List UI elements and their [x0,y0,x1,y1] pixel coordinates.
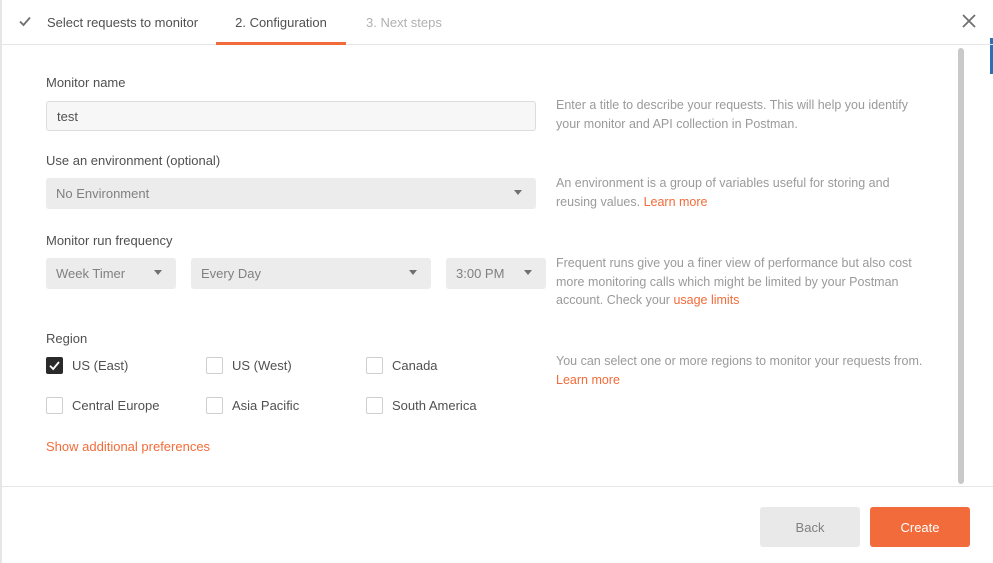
step-next-steps[interactable]: 3. Next steps [366,0,442,45]
environment-learn-more-link[interactable]: Learn more [644,195,708,209]
region-south-america[interactable]: South America [366,397,477,414]
time-selected: 3:00 PM [456,266,505,281]
region-us-west[interactable]: US (West) [206,357,292,374]
timer-type-selected: Week Timer [56,266,126,281]
checkbox-unchecked[interactable] [366,397,383,414]
checkbox-unchecked[interactable] [46,397,63,414]
region-help: You can select one or more regions to mo… [556,352,931,389]
scrollbar-thumb[interactable] [958,48,964,484]
chevron-down-icon [514,190,522,195]
chevron-down-icon [154,270,162,275]
day-select[interactable]: Every Day [191,258,431,289]
step-label: 2. Configuration [235,15,327,30]
timer-type-select[interactable]: Week Timer [46,258,176,289]
time-select[interactable]: 3:00 PM [446,258,546,289]
step-select-requests[interactable]: Select requests to monitor [18,0,198,45]
step-configuration[interactable]: 2. Configuration [216,0,346,45]
configuration-form: Monitor name test Enter a title to descr… [0,46,993,486]
step-label: 3. Next steps [366,15,442,30]
chevron-down-icon [524,270,532,275]
environment-help-text: An environment is a group of variables u… [556,176,890,209]
create-button[interactable]: Create [870,507,970,547]
step-label: Select requests to monitor [47,15,199,30]
usage-limits-link[interactable]: usage limits [673,293,739,307]
checkmark-icon [18,14,34,31]
region-label: Region [46,331,88,346]
chevron-down-icon [409,270,417,275]
dialog-footer: Back Create [0,486,993,563]
checkbox-unchecked[interactable] [206,397,223,414]
region-us-east[interactable]: US (East) [46,357,128,374]
region-option-label: US (West) [232,358,292,373]
monitor-name-label: Monitor name [46,75,126,90]
back-button[interactable]: Back [760,507,860,547]
environment-help: An environment is a group of variables u… [556,174,931,211]
environment-selected: No Environment [56,186,150,201]
region-option-label: Asia Pacific [232,398,300,413]
region-central-europe[interactable]: Central Europe [46,397,159,414]
show-additional-preferences-link[interactable]: Show additional preferences [46,439,210,454]
close-icon[interactable] [959,11,979,31]
stepper-header: Select requests to monitor 2. Configurat… [0,0,993,45]
region-asia-pacific[interactable]: Asia Pacific [206,397,299,414]
day-selected: Every Day [201,266,261,281]
frequency-label: Monitor run frequency [46,233,173,248]
frequency-help: Frequent runs give you a finer view of p… [556,254,931,310]
region-canada[interactable]: Canada [366,357,438,374]
environment-label: Use an environment (optional) [46,153,221,168]
region-option-label: US (East) [72,358,129,373]
region-option-label: South America [392,398,477,413]
region-option-label: Central Europe [72,398,160,413]
active-step-indicator [216,42,346,45]
region-learn-more-link[interactable]: Learn more [556,373,620,387]
checkbox-unchecked[interactable] [206,357,223,374]
checkbox-unchecked[interactable] [366,357,383,374]
region-help-text: You can select one or more regions to mo… [556,354,923,368]
monitor-name-help: Enter a title to describe your requests.… [556,98,909,131]
region-option-label: Canada [392,358,438,373]
environment-select[interactable]: No Environment [46,178,536,209]
monitor-name-input[interactable]: test [46,101,536,131]
checkbox-checked[interactable] [46,357,63,374]
